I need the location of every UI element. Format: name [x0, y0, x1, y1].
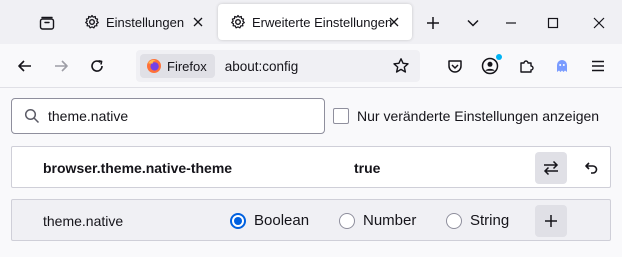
- minimize-icon: [506, 22, 516, 24]
- minimize-button[interactable]: [498, 10, 524, 36]
- toggle-button[interactable]: [535, 152, 567, 184]
- new-tab-button[interactable]: [420, 10, 446, 36]
- firefox-view-icon: [39, 16, 55, 30]
- pref-name: browser.theme.native-theme: [43, 160, 233, 176]
- extension-ghost-button[interactable]: [548, 52, 576, 80]
- plus-icon: [427, 17, 439, 29]
- type-radio-boolean[interactable]: Boolean: [230, 212, 309, 229]
- toggle-arrows-icon: [543, 160, 559, 176]
- gear-icon: [84, 14, 100, 30]
- type-radio-number[interactable]: Number: [339, 212, 416, 229]
- gear-icon: [230, 14, 246, 30]
- about-config-page: Nur veränderte Einstellungen anzeigen br…: [0, 89, 622, 257]
- ghost-icon: [557, 60, 567, 72]
- extensions-button[interactable]: [512, 52, 540, 80]
- modified-only-checkbox[interactable]: [333, 108, 349, 124]
- plus-icon: [545, 215, 557, 227]
- tab-label: Einstellungen: [106, 14, 185, 30]
- identity-label: Firefox: [167, 58, 207, 74]
- search-icon: [24, 108, 40, 124]
- puzzle-piece-icon: [520, 60, 534, 73]
- pref-value: true: [354, 160, 381, 176]
- radio-button-selected[interactable]: [230, 212, 246, 229]
- close-tab-icon[interactable]: [386, 14, 402, 30]
- search-input[interactable]: [48, 108, 308, 124]
- list-all-tabs-button[interactable]: [460, 10, 486, 36]
- firefox-logo-icon: [147, 59, 161, 73]
- reload-icon: [91, 60, 103, 72]
- tab-label: Erweiterte Einstellungen: [252, 14, 393, 30]
- back-arrow-icon: [18, 60, 31, 72]
- url-text[interactable]: about:config: [225, 59, 299, 74]
- account-button[interactable]: [476, 52, 504, 80]
- undo-arrow-icon: [585, 162, 598, 174]
- maximize-button[interactable]: [540, 10, 566, 36]
- modified-only-option[interactable]: Nur veränderte Einstellungen anzeigen: [333, 108, 599, 124]
- modified-only-label: Nur veränderte Einstellungen anzeigen: [357, 108, 600, 124]
- search-box[interactable]: [11, 98, 325, 134]
- tab-einstellungen[interactable]: Einstellungen: [72, 4, 216, 40]
- close-icon: [593, 17, 605, 29]
- pocket-icon: [448, 60, 462, 73]
- notification-dot: [496, 54, 502, 60]
- type-label: Boolean: [254, 212, 310, 229]
- type-label: String: [470, 212, 510, 229]
- url-bar[interactable]: Firefox about:config: [136, 50, 420, 82]
- forward-button[interactable]: [47, 52, 75, 80]
- back-button[interactable]: [11, 52, 39, 80]
- nav-bar: Firefox about:config: [0, 44, 622, 88]
- reset-button[interactable]: [575, 152, 607, 184]
- add-button[interactable]: [535, 205, 567, 237]
- account-icon: [481, 57, 499, 75]
- forward-arrow-icon: [55, 60, 68, 72]
- chevron-down-icon: [467, 19, 479, 27]
- new-pref-name: theme.native: [43, 213, 124, 229]
- radio-button[interactable]: [446, 212, 462, 229]
- maximize-icon: [547, 17, 559, 29]
- pocket-button[interactable]: [441, 52, 469, 80]
- tab-erweiterte-einstellungen[interactable]: Erweiterte Einstellungen: [218, 4, 412, 40]
- radio-button[interactable]: [339, 212, 355, 229]
- identity-box[interactable]: Firefox: [140, 54, 215, 78]
- close-window-button[interactable]: [586, 10, 612, 36]
- bookmark-star-icon[interactable]: [392, 57, 410, 75]
- reload-button[interactable]: [83, 52, 111, 80]
- hamburger-menu-icon: [592, 60, 604, 72]
- close-tab-icon[interactable]: [190, 14, 206, 30]
- tab-strip: Einstellungen Erweiterte Einstellungen: [0, 0, 622, 44]
- type-label: Number: [363, 212, 417, 229]
- type-radio-string[interactable]: String: [446, 212, 509, 229]
- pref-row: browser.theme.native-theme true: [11, 146, 611, 188]
- firefox-view-button[interactable]: [34, 10, 60, 36]
- new-pref-row: theme.native Boolean Number String: [11, 199, 611, 241]
- app-menu-button[interactable]: [584, 52, 612, 80]
